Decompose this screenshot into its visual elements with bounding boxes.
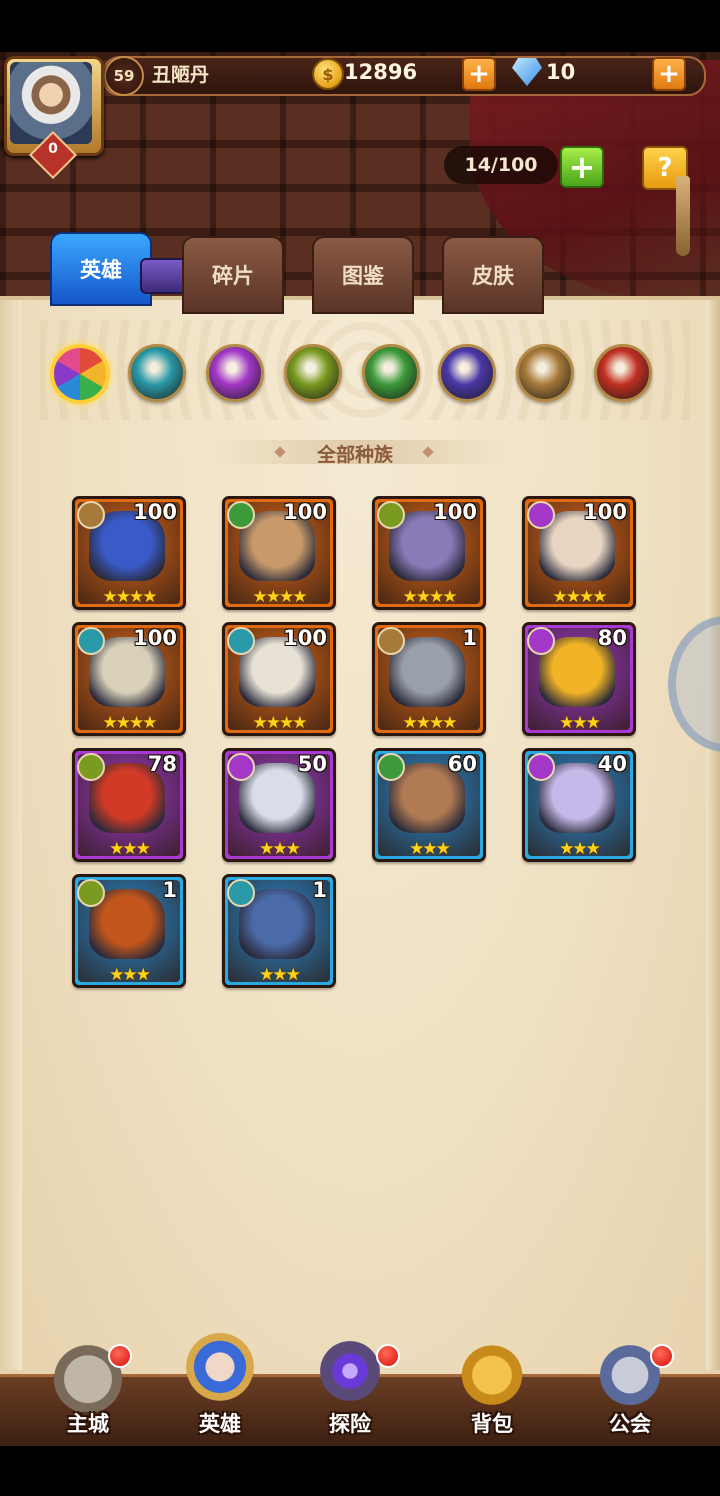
race-filter-light-icon[interactable] xyxy=(516,344,574,402)
hero-stars: ★★★★ xyxy=(402,713,458,733)
nav-label[interactable]: 英雄 xyxy=(170,1408,270,1438)
system-bar xyxy=(0,1446,720,1496)
hero-stars: ★★★ xyxy=(259,839,301,859)
tab-fragments[interactable]: 碎片 xyxy=(182,236,284,314)
race-filter-water-icon[interactable] xyxy=(128,344,186,402)
hero-race-shadow-icon xyxy=(527,753,555,781)
gem-amount: 10 xyxy=(546,60,576,84)
tab-heroes[interactable]: 英雄 xyxy=(50,232,152,306)
expand-capacity-button[interactable]: + xyxy=(560,146,604,188)
hero-level: 40 xyxy=(597,752,627,776)
hero-level: 50 xyxy=(297,752,327,776)
hero-card[interactable]: 1 ★★★ xyxy=(222,874,336,988)
player-name: 丑陋丹 xyxy=(152,64,210,86)
hero-stars: ★★★ xyxy=(109,965,151,985)
notification-dot-icon xyxy=(376,1344,400,1368)
hero-stars: ★★★ xyxy=(559,839,601,859)
hero-race-water-icon xyxy=(77,627,105,655)
hero-card[interactable]: 60 ★★★ xyxy=(372,748,486,862)
hero-stars: ★★★ xyxy=(259,965,301,985)
vip-level: 0 xyxy=(48,141,58,157)
castle-icon[interactable] xyxy=(42,1330,134,1412)
hero-race-water-icon xyxy=(227,627,255,655)
hero-card[interactable]: 100 ★★★★ xyxy=(372,496,486,610)
hero-level: 100 xyxy=(433,500,477,524)
tab-skins[interactable]: 皮肤 xyxy=(442,236,544,314)
notification-dot-icon xyxy=(108,1344,132,1368)
tassel-decoration xyxy=(676,176,690,256)
nav-label[interactable]: 背包 xyxy=(442,1408,542,1438)
hero-stars: ★★★★ xyxy=(252,713,308,733)
hero-level: 100 xyxy=(133,500,177,524)
hero-stars: ★★★★ xyxy=(552,587,608,607)
hero-level: 78 xyxy=(147,752,177,776)
hero-race-shadow-icon xyxy=(227,753,255,781)
nav-label[interactable]: 公会 xyxy=(580,1408,680,1438)
nav-label[interactable]: 主城 xyxy=(38,1408,138,1438)
hero-card[interactable]: 50 ★★★ xyxy=(222,748,336,862)
hero-stars: ★★★★ xyxy=(102,587,158,607)
hero-race-forest-icon xyxy=(227,501,255,529)
gold-coin-icon: $ xyxy=(312,58,344,90)
race-filter-eye-icon[interactable] xyxy=(284,344,342,402)
hero-race-shadow-icon xyxy=(527,627,555,655)
hero-card[interactable]: 1 ★★★★ xyxy=(372,622,486,736)
race-filter-forest-icon[interactable] xyxy=(362,344,420,402)
guild-tower-icon[interactable] xyxy=(584,1330,676,1412)
player-level: 59 xyxy=(104,56,144,96)
hero-stars: ★★★ xyxy=(409,839,451,859)
hero-race-eye-icon xyxy=(77,753,105,781)
hero-capacity: 14/100 xyxy=(444,146,558,184)
panel-edge-left xyxy=(0,300,22,1370)
hero-level: 100 xyxy=(283,626,327,650)
hero-card[interactable]: 100 ★★★★ xyxy=(522,496,636,610)
hero-stars: ★★★★ xyxy=(402,587,458,607)
hero-card[interactable]: 40 ★★★ xyxy=(522,748,636,862)
hero-level: 1 xyxy=(162,878,177,902)
hero-portrait-icon[interactable] xyxy=(174,1330,266,1412)
hero-level: 60 xyxy=(447,752,477,776)
add-gems-button[interactable]: + xyxy=(652,57,686,91)
hero-level: 100 xyxy=(133,626,177,650)
hero-level: 1 xyxy=(312,878,327,902)
hero-level: 100 xyxy=(583,500,627,524)
hero-card[interactable]: 78 ★★★ xyxy=(72,748,186,862)
hero-race-eye-icon xyxy=(377,501,405,529)
backpack-icon[interactable] xyxy=(446,1330,538,1412)
hero-stars: ★★★★ xyxy=(252,587,308,607)
hero-level: 100 xyxy=(283,500,327,524)
hero-card[interactable]: 100 ★★★★ xyxy=(72,496,186,610)
hero-card[interactable]: 80 ★★★ xyxy=(522,622,636,736)
hero-level: 1 xyxy=(462,626,477,650)
hero-card[interactable]: 100 ★★★★ xyxy=(72,622,186,736)
race-filter-demon-icon[interactable] xyxy=(438,344,496,402)
race-filter-fire-icon[interactable] xyxy=(594,344,652,402)
portal-icon[interactable] xyxy=(304,1330,396,1412)
race-filter-all-icon[interactable] xyxy=(50,344,110,404)
hero-stars: ★★★★ xyxy=(102,713,158,733)
hero-race-light-icon xyxy=(77,501,105,529)
hero-race-light-icon xyxy=(377,627,405,655)
hero-race-shadow-icon xyxy=(527,501,555,529)
gold-amount: 12896 xyxy=(344,60,418,84)
tab-codex[interactable]: 图鉴 xyxy=(312,236,414,314)
hero-race-forest-icon xyxy=(377,753,405,781)
race-filter-title: 全部种族 xyxy=(316,444,393,466)
hero-stars: ★★★ xyxy=(559,713,601,733)
hero-stars: ★★★ xyxy=(109,839,151,859)
hero-card[interactable]: 100 ★★★★ xyxy=(222,622,336,736)
hero-race-water-icon xyxy=(227,879,255,907)
hero-level: 80 xyxy=(597,626,627,650)
add-gold-button[interactable]: + xyxy=(462,57,496,91)
nav-label[interactable]: 探险 xyxy=(300,1408,400,1438)
hero-card[interactable]: 1 ★★★ xyxy=(72,874,186,988)
hero-card[interactable]: 100 ★★★★ xyxy=(222,496,336,610)
notification-dot-icon xyxy=(650,1344,674,1368)
panel-edge-right xyxy=(706,300,720,1370)
race-filter-shadow-icon[interactable] xyxy=(206,344,264,402)
hero-race-eye-icon xyxy=(77,879,105,907)
